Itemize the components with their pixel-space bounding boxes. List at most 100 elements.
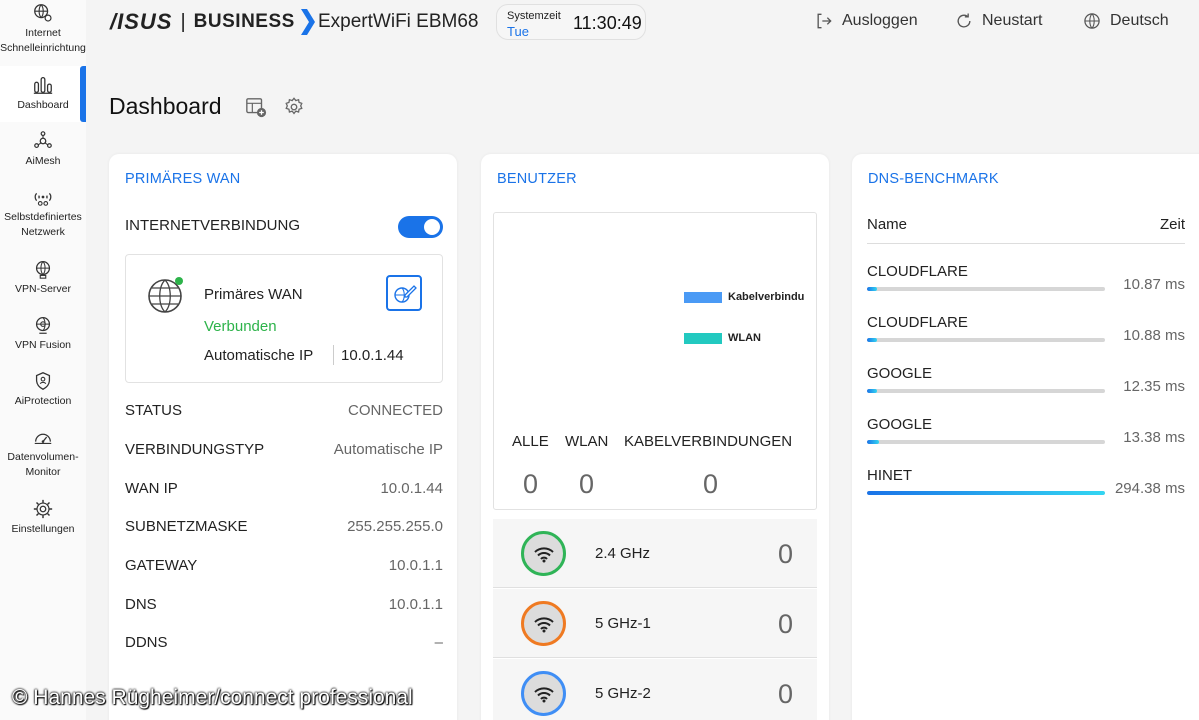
sidebar-item-label: Dashboard [17,99,69,111]
wan-row-status: STATUS CONNECTED [125,402,443,419]
band-count: 0 [777,609,793,639]
sidebar-item-label: VPN Fusion [14,339,72,351]
device-model: ExpertWiFi EBM68 [318,11,479,32]
dns-bar [867,491,1105,495]
wan-row-dns: DNS 10.0.1.1 [125,596,443,613]
wan-connection-state: Verbunden [204,318,277,335]
page-title: Dashboard [109,93,222,119]
sidebar: Internet Schnelleinrichtung Dashboard Ai… [0,0,86,720]
count-label-wlan: WLAN [565,433,609,450]
count-label-wired: KABELVERBINDUNGEN [624,433,793,450]
band-indicator [521,531,566,576]
band-label: 5 GHz-1 [595,615,651,632]
sidebar-item-label: Einstellungen [11,523,75,535]
speedometer-icon [34,433,52,444]
sidebar-item-aiprotection[interactable]: AiProtection [0,370,86,410]
band-row-2g[interactable]: 2.4 GHz 0 [493,519,817,588]
wifi-icon [533,546,554,562]
globe-gear-icon [34,4,52,22]
sidebar-item-aimesh[interactable]: AiMesh [0,130,86,170]
dns-col-name: Name [867,216,908,233]
sidebar-item-label: Selbstdefiniertes Netzwerk [4,211,82,238]
band-indicator [521,601,566,646]
dns-card-title: DNS-BENCHMARK [868,171,999,187]
wan-row-wan-ip: WAN IP 10.0.1.44 [125,480,443,497]
wan-name: Primäres WAN [204,286,303,303]
internet-connection-label: INTERNETVERBINDUNG [125,217,301,234]
band-row-5g1[interactable]: 5 GHz-1 0 [493,589,817,658]
sidebar-item-vpn-server[interactable]: VPN-Server [0,258,86,298]
dns-row: CLOUDFLARE 10.88 ms [867,314,1185,344]
count-label-all: ALLE [512,433,549,450]
brand-chevron-icon [300,9,315,35]
band-count: 0 [777,679,793,709]
dns-bar [867,389,877,393]
sidebar-item-label: AiMesh [25,155,61,167]
dns-col-time: Zeit [1159,216,1185,233]
count-value-all: 0 [523,469,539,499]
dns-bar [867,287,877,291]
wifi-icon [533,686,554,702]
band-label: 5 GHz-2 [595,685,651,702]
asus-logo: /ISUS [110,9,173,34]
clock-label: Systemzeit [507,10,561,22]
band-row-5g2[interactable]: 5 GHz-2 0 [493,659,817,720]
reboot-button[interactable]: Neustart [954,11,1042,31]
band-count: 0 [777,539,793,569]
wan-row-subnet: SUBNETZMASKE 255.255.255.0 [125,518,443,535]
sidebar-item-label: VPN-Server [14,283,71,295]
dns-row: GOOGLE 12.35 ms [867,365,1185,395]
dns-row: HINET 294.38 ms [867,467,1185,497]
edit-icon [394,285,417,303]
sidebar-item-dashboard[interactable]: Dashboard [0,66,86,122]
sidebar-item-settings[interactable]: Einstellungen [0,498,86,538]
reboot-icon [957,13,971,28]
wan-edit-button[interactable] [386,275,422,311]
active-indicator [80,66,86,122]
sidebar-item-label: Internet Schnelleinrichtung [0,27,86,54]
internet-connection-toggle[interactable] [398,216,443,238]
primary-wan-card: PRIMÄRES WAN INTERNETVERBINDUNG Primäres… [109,154,457,720]
custom-network-icon [34,192,52,206]
dns-row: CLOUDFLARE 10.87 ms [867,263,1185,293]
settings-gear-icon[interactable] [283,96,305,118]
users-chart: Kabelverbindu WLAN ALLE WLAN KABELVERBIN… [493,212,817,510]
sidebar-item-vpn-fusion[interactable]: VPN Fusion [0,314,86,354]
legend-wlan: WLAN [684,332,814,344]
users-card: BENUTZER Kabelverbindu WLAN ALLE WLAN KA… [481,154,829,720]
sidebar-item-custom-network[interactable]: Selbstdefiniertes Netzwerk [0,186,86,242]
wan-ip-type: Automatische IP [204,347,314,364]
brand-logo: /ISUS | BUSINESS [110,9,315,35]
sidebar-item-label: AiProtection [14,395,72,407]
dns-bar [867,338,877,342]
globe-icon [148,277,183,313]
band-label: 2.4 GHz [595,545,651,562]
sidebar-item-internet-setup[interactable]: Internet Schnelleinrichtung [0,2,86,62]
system-clock: Systemzeit Tue 11:30:49 [496,4,646,40]
add-widget-icon[interactable] [245,96,267,118]
clock-day: Tue [507,24,529,39]
shield-icon [35,372,51,390]
top-header: /ISUS | BUSINESS ExpertWiFi EBM68 System… [86,0,1199,46]
gear-icon [33,499,53,519]
clock-time: 11:30:49 [573,13,642,33]
business-label: BUSINESS [193,11,295,32]
sidebar-item-traffic-monitor[interactable]: Datenvolumen- Monitor [0,426,86,482]
count-value-wired: 0 [703,469,719,499]
vpn-fusion-icon [35,317,51,334]
band-indicator [521,671,566,716]
copyright-watermark: © Hannes Rügheimer/connect professional [12,686,413,709]
dns-row: GOOGLE 13.38 ms [867,416,1185,446]
sidebar-item-label: Datenvolumen- Monitor [7,451,79,478]
wan-row-gateway: GATEWAY 10.0.1.1 [125,557,443,574]
aimesh-icon [34,131,52,149]
vpn-server-icon [35,261,51,279]
wan-ip-value: 10.0.1.44 [341,347,404,364]
count-value-wlan: 0 [579,469,595,499]
wifi-icon [533,616,554,632]
logout-button[interactable]: Ausloggen [814,11,918,31]
language-selector[interactable]: Deutsch [1082,11,1169,31]
wan-status-box: Primäres WAN Verbunden Automatische IP 1… [125,254,443,383]
dns-bar [867,440,879,444]
dns-benchmark-card: DNS-BENCHMARK Name Zeit CLOUDFLARE 10.87 … [852,154,1199,720]
